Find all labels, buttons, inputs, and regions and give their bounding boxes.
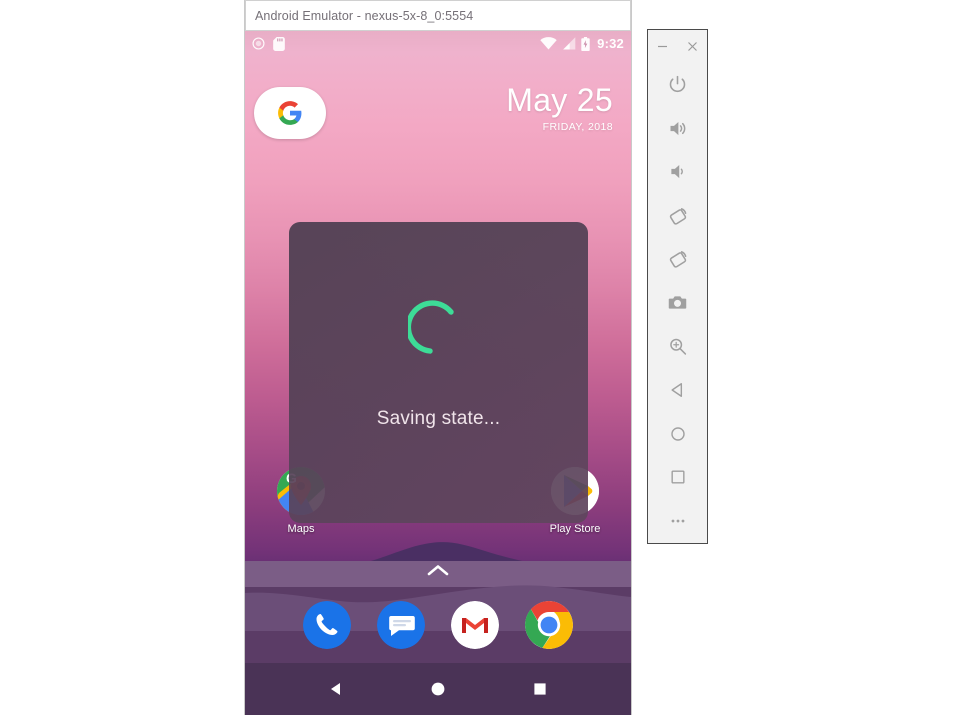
toolbar-screenshot-button[interactable] (656, 281, 700, 325)
google-search-widget[interactable] (254, 87, 326, 139)
sd-card-icon (273, 36, 285, 51)
nav-recents-button[interactable] (521, 670, 559, 708)
emulator-window-title: Android Emulator - nexus-5x-8_0:5554 (255, 8, 474, 23)
toolbar-volume-up-button[interactable] (656, 106, 700, 150)
toolbar-rotate-right-button[interactable] (656, 237, 700, 281)
app-label-maps: Maps (287, 523, 315, 535)
android-status-bar[interactable]: 9:32 (245, 31, 631, 56)
toolbar-more-button[interactable] (656, 499, 700, 543)
home-circle-icon (670, 427, 685, 441)
toolbar-volume-down-button[interactable] (656, 150, 700, 194)
status-bar-right-icons: 9:32 (540, 36, 624, 51)
wifi-icon (540, 37, 557, 50)
rotate-right-icon (669, 251, 686, 268)
status-bar-clock: 9:32 (597, 36, 624, 51)
nav-home-button[interactable] (419, 670, 457, 708)
toolbar-window-buttons (648, 30, 707, 63)
rotate-left-icon (669, 207, 686, 225)
power-icon (669, 75, 686, 93)
toolbar-zoom-button[interactable] (656, 325, 700, 369)
date-widget-date: May 25 (506, 82, 613, 118)
home-circle-icon (431, 682, 445, 696)
cellular-signal-icon (563, 37, 576, 50)
date-widget-subtitle: FRIDAY, 2018 (542, 121, 613, 133)
toolbar-overview-button[interactable] (656, 456, 700, 500)
status-bar-left-icons (252, 36, 285, 51)
saving-state-overlay: Saving state... (289, 222, 588, 523)
dock-icon-chrome[interactable] (525, 601, 573, 649)
date-widget[interactable]: May 25 FRIDAY, 2018 (506, 81, 613, 133)
back-triangle-icon (331, 683, 340, 695)
toolbar-home-button[interactable] (656, 412, 700, 456)
volume-up-icon (670, 121, 686, 135)
emulator-side-toolbar (647, 29, 708, 544)
emulator-title-bar[interactable]: Android Emulator - nexus-5x-8_0:5554 (245, 0, 631, 31)
camera-icon (668, 296, 687, 309)
dock-icon-messages[interactable] (377, 601, 425, 649)
app-label-play-store: Play Store (549, 523, 601, 535)
toolbar-back-button[interactable] (656, 368, 700, 412)
dock-icon-gmail[interactable] (451, 601, 499, 649)
screen-record-icon (252, 37, 265, 50)
battery-charging-icon (581, 36, 590, 51)
phone-screen[interactable]: 9:32 May 25 FRIDAY, 2018 Maps Play Store… (245, 31, 631, 715)
toolbar-power-button[interactable] (656, 63, 700, 107)
home-screen-dock (245, 601, 631, 649)
more-dots-icon (671, 519, 684, 523)
android-navigation-bar (245, 663, 631, 715)
loading-spinner-icon (407, 299, 454, 354)
volume-down-icon (671, 165, 683, 179)
back-triangle-icon (670, 383, 682, 398)
nav-back-button[interactable] (317, 670, 355, 708)
saving-state-message: Saving state... (376, 408, 501, 429)
recents-square-icon (534, 683, 546, 695)
toolbar-rotate-left-button[interactable] (656, 194, 700, 238)
overview-square-icon (670, 470, 685, 485)
google-logo-icon (278, 101, 302, 125)
app-drawer-chevron-up-icon[interactable] (427, 563, 449, 577)
dock-icon-phone[interactable] (303, 601, 351, 649)
close-icon[interactable] (686, 39, 700, 53)
emulator-window: Android Emulator - nexus-5x-8_0:5554 9:3… (245, 0, 631, 715)
minimize-icon[interactable] (656, 39, 670, 53)
zoom-in-icon (670, 338, 687, 355)
